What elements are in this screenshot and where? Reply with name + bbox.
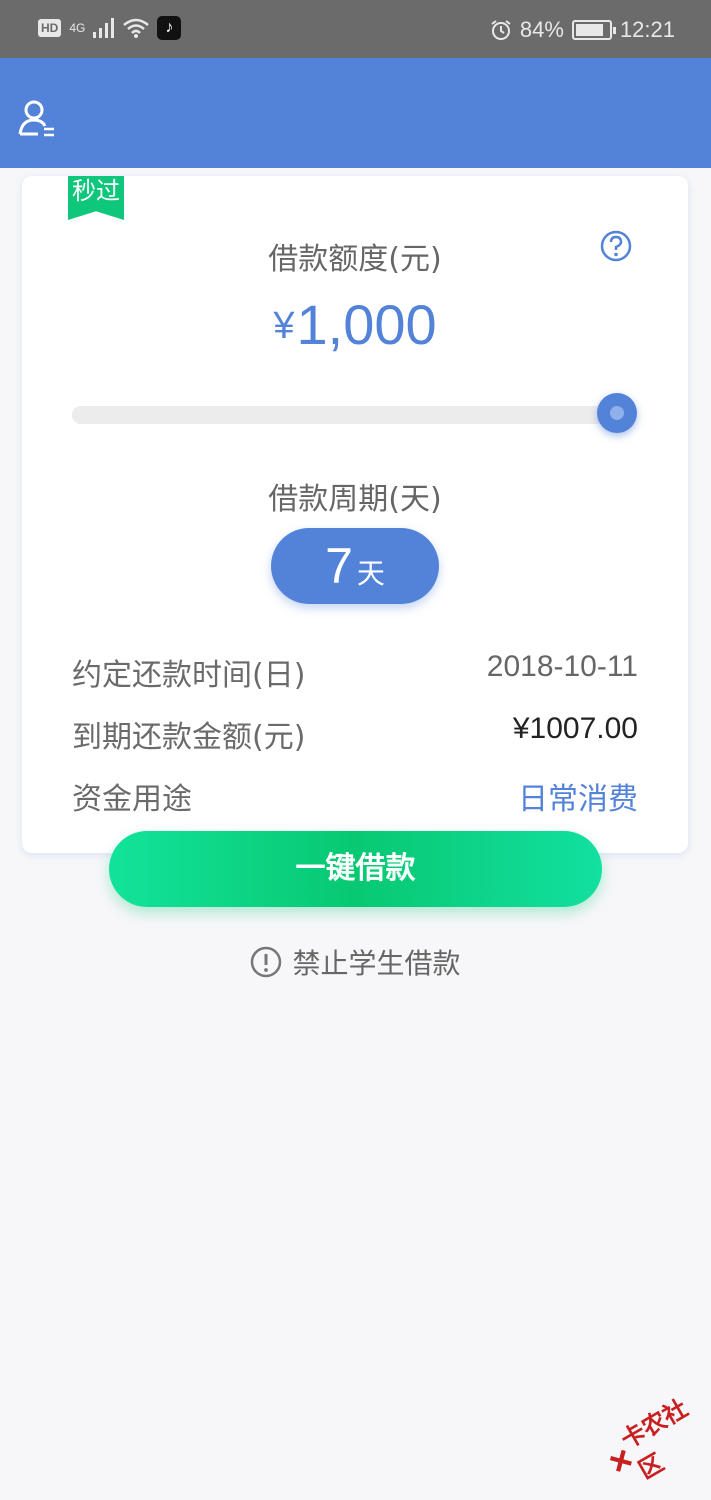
notice-text: 禁止学生借款 <box>292 947 461 980</box>
user-menu-icon <box>18 100 54 137</box>
repayment-amount-value: ¥1007.00 <box>512 712 638 745</box>
watermark-text: 卡农社区 <box>616 1394 693 1485</box>
purpose-label: 资金用途 <box>72 782 192 817</box>
repayment-date-value: 2018-10-11 <box>486 650 638 683</box>
battery-percent: 84% <box>519 17 564 42</box>
warning-icon <box>251 946 282 978</box>
signal-icon <box>93 18 115 38</box>
repayment-date-label: 约定还款时间(日) <box>72 658 306 693</box>
status-right: 84% 12:21 <box>490 17 675 43</box>
amount-value: 1,000 <box>296 293 437 356</box>
repayment-amount-label: 到期还款金额(元) <box>72 720 306 755</box>
hd-icon: HD <box>38 19 62 37</box>
amount-slider-track[interactable] <box>72 406 637 424</box>
status-bar: HD 4G ♪ 84% 12:21 <box>0 0 711 58</box>
period-label: 借款周期(天) <box>268 482 442 517</box>
purpose-value[interactable]: 日常消费 <box>518 774 638 818</box>
battery-icon <box>571 20 616 40</box>
instant-approval-badge: 秒过 <box>68 176 124 220</box>
alarm-icon <box>491 20 511 40</box>
watermark: 卡农社区 <box>599 1390 711 1489</box>
user-menu-button[interactable] <box>18 98 58 138</box>
top-nav-bar <box>0 58 711 168</box>
period-selector[interactable]: 7天 <box>271 528 439 604</box>
student-notice: 禁止学生借款 <box>0 942 711 982</box>
amount-display: ¥1,000 <box>22 292 688 357</box>
amount-slider-thumb[interactable] <box>597 393 637 433</box>
amount-slider-fill <box>72 406 617 424</box>
repayment-date-row: 约定还款时间(日) 2018-10-11 <box>72 650 638 693</box>
purpose-row[interactable]: 资金用途 日常消费 <box>72 774 638 817</box>
period-value: 7 <box>325 538 353 594</box>
repayment-amount-row: 到期还款金额(元) ¥1007.00 <box>72 712 638 755</box>
network-type: 4G <box>69 21 86 35</box>
wifi-icon <box>123 18 150 38</box>
status-left: HD 4G ♪ <box>38 16 182 40</box>
period-unit: 天 <box>356 557 385 590</box>
loan-card: 秒过 借款额度(元) ¥1,000 借款周期(天) 7天 约定还款时间(日) 2… <box>22 176 688 853</box>
tiktok-icon: ♪ <box>157 16 182 40</box>
apply-loan-button[interactable]: 一键借款 <box>109 831 602 907</box>
clock: 12:21 <box>619 17 675 42</box>
amount-label: 借款额度(元) <box>268 242 442 277</box>
currency-symbol: ¥ <box>273 305 295 347</box>
